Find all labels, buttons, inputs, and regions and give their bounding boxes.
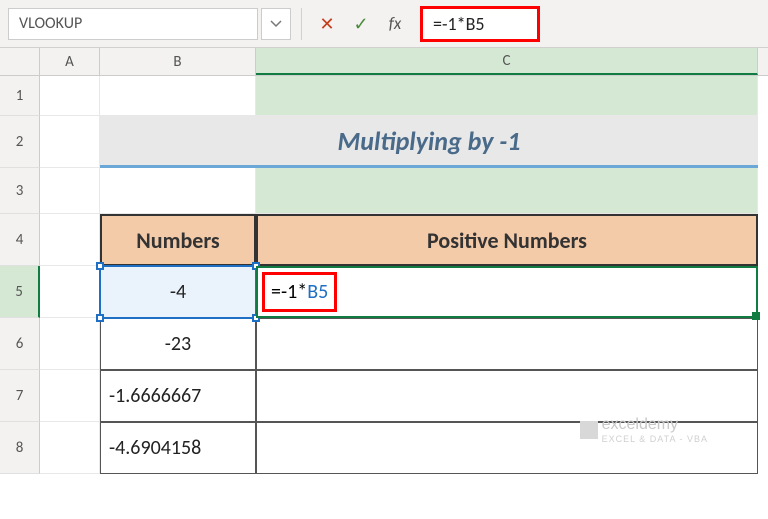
chevron-down-icon	[270, 20, 282, 28]
cell-A2[interactable]	[40, 116, 100, 168]
watermark-icon	[580, 421, 598, 439]
insert-function-button[interactable]: fx	[380, 8, 410, 40]
formula-in-cell: =-1*B5	[262, 272, 337, 312]
formula-prefix: =-1*	[271, 280, 307, 304]
cell-B5[interactable]: -4	[100, 266, 256, 318]
cell-A1[interactable]	[40, 76, 100, 116]
watermark-text: exceldemy	[602, 416, 678, 433]
formula-bar: VLOOKUP ✕ ✓ fx =-1*B5	[0, 0, 768, 48]
row-4: 4 Numbers Positive Numbers	[0, 214, 768, 266]
row-6: 6 -23	[0, 318, 768, 370]
column-header-A[interactable]: A	[40, 48, 100, 75]
cell-B3[interactable]	[100, 168, 256, 214]
row-1: 1	[0, 76, 768, 116]
select-all-corner[interactable]	[0, 48, 40, 75]
name-box[interactable]: VLOOKUP	[8, 8, 258, 40]
row-5: 5 -4 =-1*B5	[0, 266, 768, 318]
cell-A8[interactable]	[40, 422, 100, 474]
watermark: exceldemy EXCEL & DATA - VBA	[580, 416, 708, 444]
cell-B7[interactable]: -1.6666667	[100, 370, 256, 422]
watermark-subtext: EXCEL & DATA - VBA	[602, 434, 708, 444]
column-headers: A B C	[0, 48, 768, 76]
column-header-B[interactable]: B	[100, 48, 256, 75]
divider	[301, 8, 302, 40]
row-3: 3	[0, 168, 768, 214]
reference-handle[interactable]	[96, 314, 104, 322]
cell-A3[interactable]	[40, 168, 100, 214]
reference-handle[interactable]	[96, 262, 104, 270]
row-header-4[interactable]: 4	[0, 214, 40, 266]
row-header-3[interactable]: 3	[0, 168, 40, 214]
header-numbers[interactable]: Numbers	[100, 214, 256, 266]
row-header-1[interactable]: 1	[0, 76, 40, 116]
row-2: 2 Multiplying by -1	[0, 116, 768, 168]
cell-A5[interactable]	[40, 266, 100, 318]
name-box-dropdown[interactable]	[261, 8, 291, 40]
cell-B8[interactable]: -4.6904158	[100, 422, 256, 474]
reference-border	[99, 265, 257, 319]
cell-B1[interactable]	[100, 76, 256, 116]
cell-C5-editing[interactable]: =-1*B5	[256, 266, 758, 318]
row-header-7[interactable]: 7	[0, 370, 40, 422]
cell-B6[interactable]: -23	[100, 318, 256, 370]
fill-handle[interactable]	[752, 312, 760, 320]
row-header-6[interactable]: 6	[0, 318, 40, 370]
cell-A7[interactable]	[40, 370, 100, 422]
row-7: 7 -1.6666667	[0, 370, 768, 422]
title-cell[interactable]: Multiplying by -1	[100, 116, 758, 168]
worksheet: A B C 1 2 Multiplying by -1 3 4 Numbers …	[0, 48, 768, 474]
cell-C6[interactable]	[256, 318, 758, 370]
formula-ref: B5	[307, 280, 328, 304]
row-header-8[interactable]: 8	[0, 422, 40, 474]
cell-A4[interactable]	[40, 214, 100, 266]
header-positive-numbers[interactable]: Positive Numbers	[256, 214, 758, 266]
cell-C7[interactable]	[256, 370, 758, 422]
formula-input[interactable]: =-1*B5	[420, 6, 540, 42]
enter-button[interactable]: ✓	[346, 8, 376, 40]
column-header-C[interactable]: C	[256, 48, 758, 75]
cell-C1[interactable]	[256, 76, 758, 116]
cell-C3[interactable]	[256, 168, 758, 214]
row-header-2[interactable]: 2	[0, 116, 40, 168]
cancel-button[interactable]: ✕	[312, 8, 342, 40]
cell-A6[interactable]	[40, 318, 100, 370]
row-header-5[interactable]: 5	[0, 266, 40, 318]
